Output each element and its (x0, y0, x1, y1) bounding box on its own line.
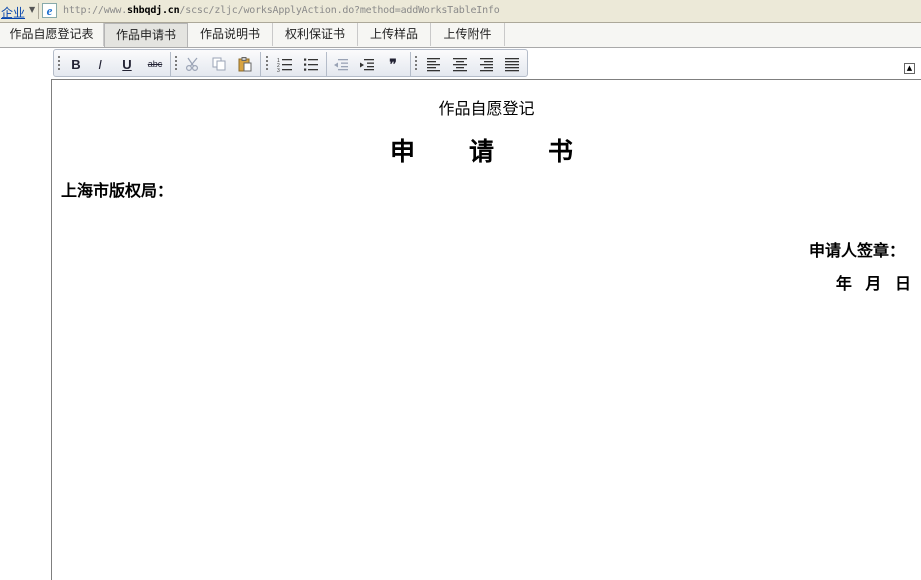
align-center-icon[interactable] (451, 55, 469, 73)
paste-icon[interactable] (236, 55, 254, 73)
toolbar-separator (410, 52, 411, 76)
align-right-icon[interactable] (477, 55, 495, 73)
entity-dropdown[interactable]: 企业 (1, 4, 25, 21)
italic-button[interactable]: I (91, 55, 109, 73)
copy-icon[interactable] (210, 55, 228, 73)
tab-bar: 作品自愿登记表 作品申请书 作品说明书 权利保证书 上传样品 上传附件 (0, 23, 921, 48)
document-title: 申请书 (390, 137, 628, 166)
align-left-icon[interactable] (425, 55, 443, 73)
toolbar-grip[interactable] (58, 56, 60, 72)
cut-icon[interactable] (184, 55, 202, 73)
editor-content[interactable]: 作品自愿登记 申请书 上海市版权局： 申请人签章： 年 月 日 (51, 79, 921, 580)
address-bar: 企业 ▼ e http://www.shbqdj.cn/scsc/zljc/wo… (0, 0, 921, 23)
toolbar-grip[interactable] (415, 56, 417, 72)
editor-toolbar-row: B I U abc 123 ❞ ▲ (0, 48, 921, 79)
triangle-up-icon: ▲ (906, 64, 913, 72)
toolbar-separator (326, 52, 327, 76)
strikethrough-button[interactable]: abc (144, 55, 166, 73)
indent-icon[interactable] (358, 55, 376, 73)
divider (38, 3, 39, 19)
tab-description[interactable]: 作品说明书 (188, 23, 273, 46)
url-domain: shbqdj.cn (127, 5, 180, 16)
underline-button[interactable]: U (118, 55, 136, 73)
bold-button[interactable]: B (67, 55, 85, 73)
toolbar-collapse-button[interactable]: ▲ (904, 63, 915, 74)
tab-application[interactable]: 作品申请书 (104, 23, 188, 47)
bulleted-list-icon[interactable] (302, 55, 320, 73)
justify-icon[interactable] (503, 55, 521, 73)
svg-text:e: e (47, 3, 53, 18)
url-prefix: http://www. (63, 5, 128, 16)
tab-upload-attachment[interactable]: 上传附件 (431, 23, 505, 46)
tab-upload-sample[interactable]: 上传样品 (358, 23, 431, 46)
svg-text:3: 3 (277, 68, 280, 72)
url-field[interactable]: http://www.shbqdj.cn/scsc/zljc/worksAppl… (63, 5, 500, 16)
applicant-signature-label: 申请人签章： (808, 241, 905, 260)
outdent-icon[interactable] (332, 55, 350, 73)
document-subtitle: 作品自愿登记 (438, 99, 535, 118)
toolbar-separator (260, 52, 261, 76)
toolbar-separator (170, 52, 171, 76)
editor-toolbar: B I U abc 123 ❞ (53, 49, 528, 77)
tab-rights-guarantee[interactable]: 权利保证书 (273, 23, 358, 46)
numbered-list-icon[interactable]: 123 (276, 55, 294, 73)
toolbar-grip[interactable] (266, 56, 268, 72)
tab-registration-form[interactable]: 作品自愿登记表 (0, 23, 104, 46)
chevron-down-icon[interactable]: ▼ (29, 5, 35, 14)
toolbar-grip[interactable] (175, 56, 177, 72)
blockquote-button[interactable]: ❞ (384, 55, 402, 73)
ie-page-icon: e (42, 3, 57, 18)
addressee: 上海市版权局： (61, 181, 174, 200)
url-path: /scsc/zljc/worksApplyAction.do?method=ad… (179, 5, 500, 16)
date-line: 年 月 日 (835, 274, 911, 293)
